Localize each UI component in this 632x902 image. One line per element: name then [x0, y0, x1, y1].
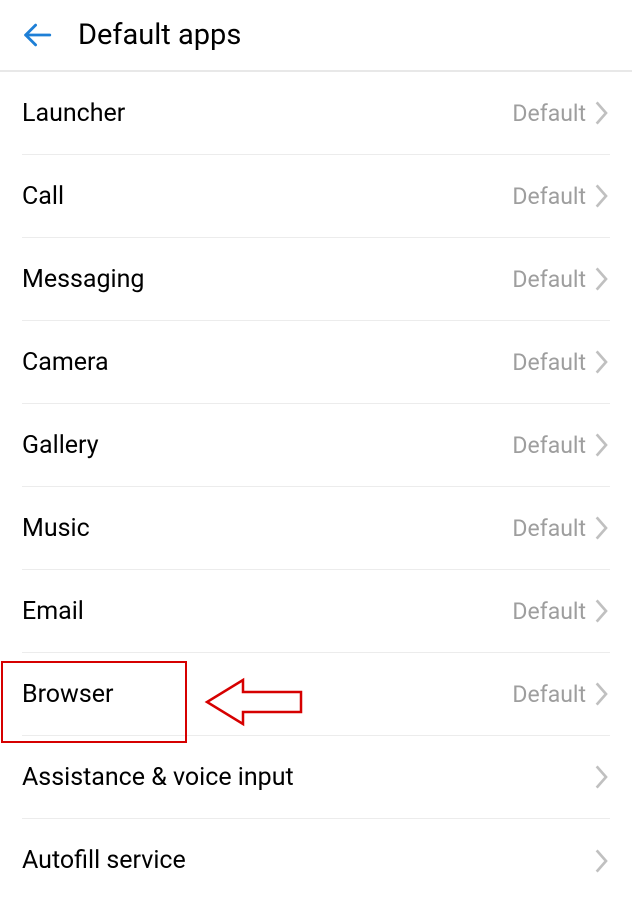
list-item-email[interactable]: Email Default — [22, 570, 610, 653]
item-right: Default — [512, 598, 610, 625]
chevron-right-icon — [594, 765, 610, 789]
item-label: Gallery — [22, 431, 99, 460]
list-item-autofill[interactable]: Autofill service — [22, 819, 610, 902]
item-value: Default — [512, 598, 586, 625]
item-label: Music — [22, 514, 90, 543]
settings-list: Launcher Default Call Default Messaging … — [0, 72, 632, 902]
chevron-right-icon — [594, 599, 610, 623]
item-value: Default — [512, 681, 586, 708]
item-label: Assistance & voice input — [22, 763, 294, 792]
chevron-right-icon — [594, 350, 610, 374]
item-label: Browser — [22, 680, 113, 709]
item-label: Launcher — [22, 99, 125, 128]
list-item-messaging[interactable]: Messaging Default — [22, 238, 610, 321]
item-value: Default — [512, 266, 586, 293]
item-value: Default — [512, 349, 586, 376]
item-right: Default — [512, 349, 610, 376]
chevron-right-icon — [594, 184, 610, 208]
item-value: Default — [512, 100, 586, 127]
item-label: Email — [22, 597, 84, 626]
item-value: Default — [512, 183, 586, 210]
list-item-call[interactable]: Call Default — [22, 155, 610, 238]
list-item-assistance[interactable]: Assistance & voice input — [22, 736, 610, 819]
chevron-right-icon — [594, 516, 610, 540]
chevron-right-icon — [594, 267, 610, 291]
header: Default apps — [0, 0, 632, 72]
chevron-right-icon — [594, 849, 610, 873]
item-right: Default — [512, 266, 610, 293]
item-right: Default — [512, 432, 610, 459]
chevron-right-icon — [594, 101, 610, 125]
list-item-music[interactable]: Music Default — [22, 487, 610, 570]
back-arrow-icon[interactable] — [20, 18, 54, 52]
list-item-camera[interactable]: Camera Default — [22, 321, 610, 404]
page-title: Default apps — [78, 18, 241, 52]
item-label: Call — [22, 182, 64, 211]
item-label: Autofill service — [22, 846, 186, 875]
item-right — [586, 765, 610, 789]
list-item-browser[interactable]: Browser Default — [22, 653, 610, 736]
item-label: Camera — [22, 348, 109, 377]
item-label: Messaging — [22, 265, 144, 294]
item-right: Default — [512, 183, 610, 210]
list-item-launcher[interactable]: Launcher Default — [22, 72, 610, 155]
item-right — [586, 849, 610, 873]
item-right: Default — [512, 515, 610, 542]
chevron-right-icon — [594, 433, 610, 457]
chevron-right-icon — [594, 682, 610, 706]
item-value: Default — [512, 515, 586, 542]
item-right: Default — [512, 100, 610, 127]
item-value: Default — [512, 432, 586, 459]
item-right: Default — [512, 681, 610, 708]
list-item-gallery[interactable]: Gallery Default — [22, 404, 610, 487]
